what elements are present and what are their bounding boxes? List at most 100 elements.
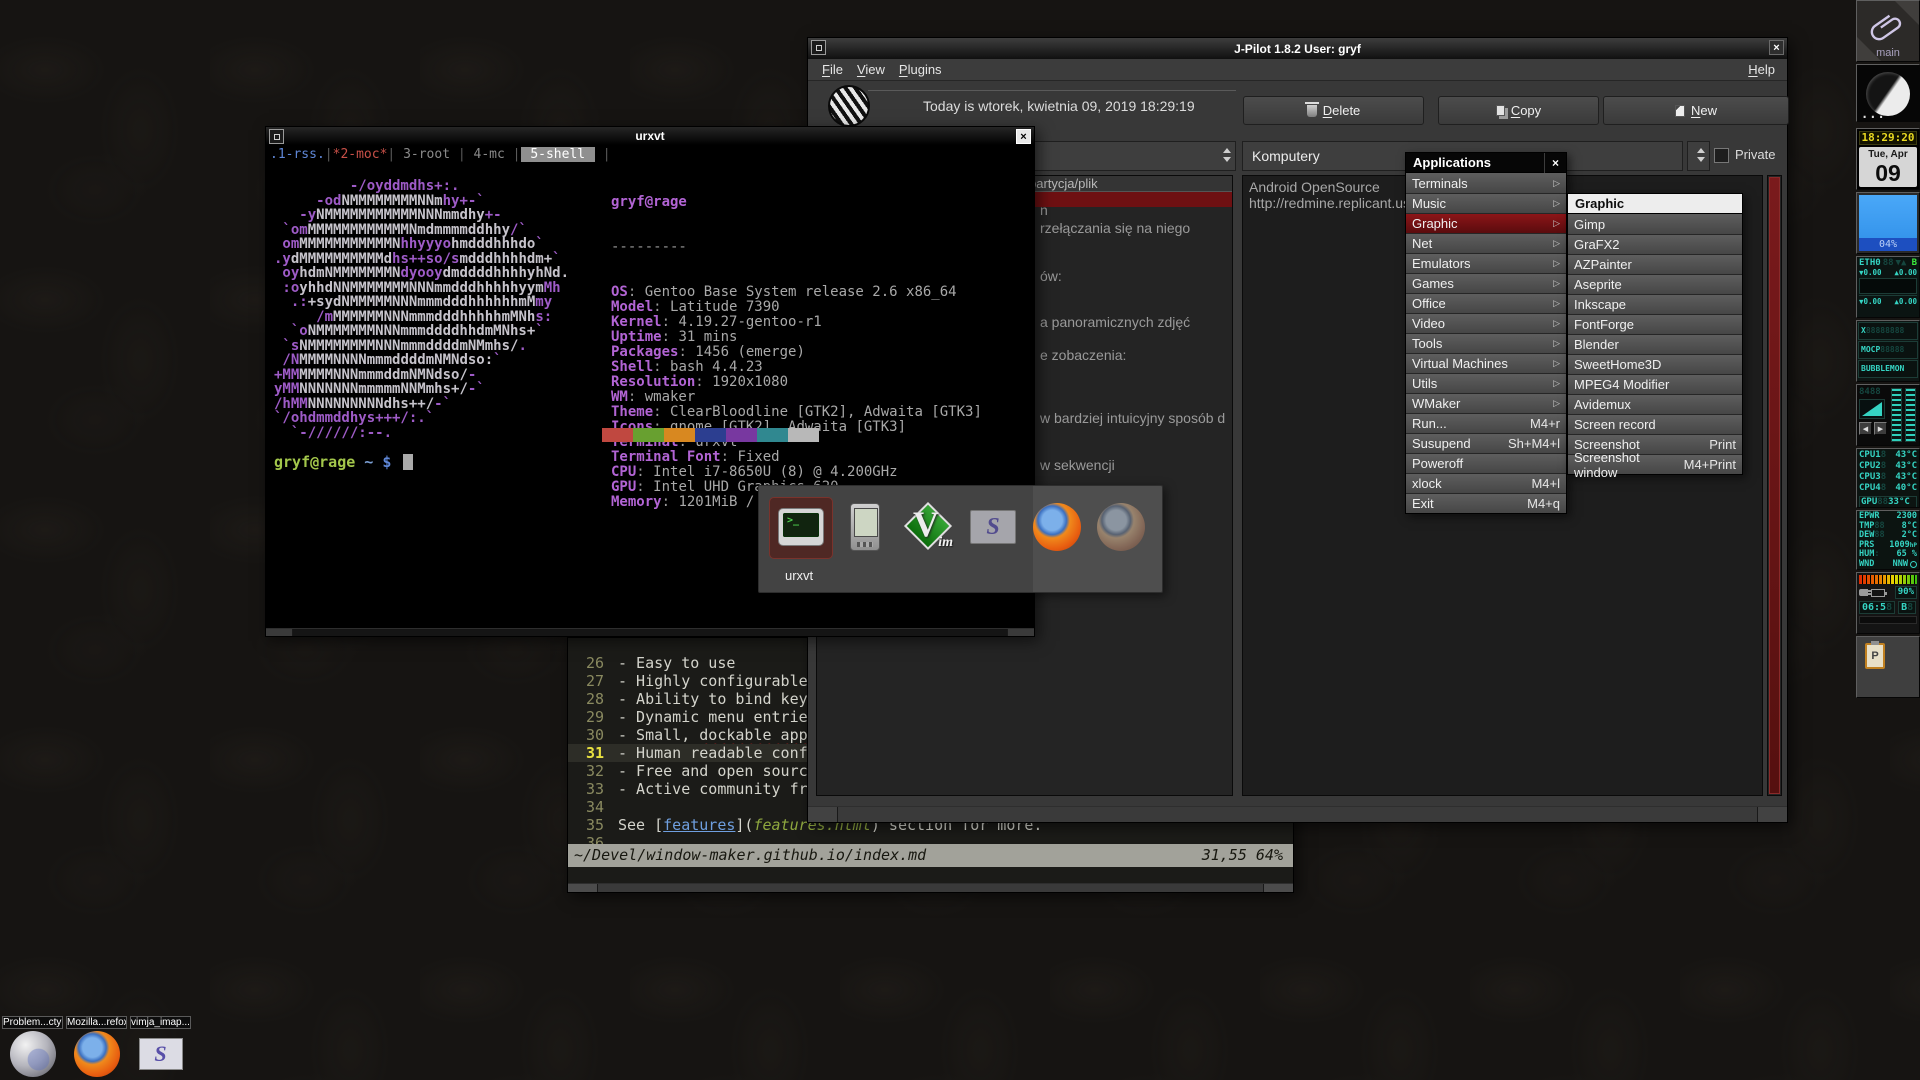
menu-item-sweethome3d[interactable]: SweetHome3D — [1568, 354, 1742, 374]
menu-item-games[interactable]: Games▷ — [1406, 273, 1566, 293]
jpilot-resizebar[interactable] — [808, 806, 1787, 822]
menu-item-fontforge[interactable]: FontForge — [1568, 314, 1742, 334]
switcher-icon-jpilot-pda[interactable] — [837, 499, 893, 555]
terminal-tab[interactable]: | — [387, 147, 395, 162]
dock-battery-monitor[interactable]: 90% 06:58 B8 — [1856, 572, 1920, 634]
neofetch-line: Theme: ClearBloodline [GTK2], Adwaita [G… — [611, 405, 982, 420]
switcher-icon-firefox[interactable] — [1029, 499, 1085, 555]
terminal-close-button[interactable]: × — [1016, 129, 1031, 144]
mixer-prev-button[interactable]: ◀ — [1859, 422, 1872, 435]
menu-item-utils[interactable]: Utils▷ — [1406, 373, 1566, 393]
applications-menu-titlebar[interactable]: Applications × — [1406, 153, 1566, 173]
terminal-tabbar[interactable]: .1-rss.|*2-moc*| 3-root | 4-mc | 5-shell… — [266, 145, 1034, 163]
menu-item-music[interactable]: Music▷ — [1406, 193, 1566, 213]
vim-line-number: 32 — [578, 762, 604, 780]
terminal-tab[interactable]: | — [325, 147, 333, 162]
switcher-icon-mail[interactable]: S — [965, 499, 1021, 555]
terminal-tab[interactable]: | — [458, 147, 466, 162]
menu-item-mpeg4-modifier[interactable]: MPEG4 Modifier — [1568, 374, 1742, 394]
list-row-fragment[interactable]: w bardziej intuicyjny sposób d — [1040, 410, 1225, 426]
list-row-fragment[interactable]: a panoramicznych zdjęć — [1040, 314, 1190, 330]
menu-item-gimp[interactable]: Gimp — [1568, 214, 1742, 234]
list-row-fragment[interactable]: e zobaczenia: — [1040, 347, 1126, 363]
menu-item-video[interactable]: Video▷ — [1406, 313, 1566, 333]
terminal-tab[interactable]: 4-mc — [466, 147, 513, 162]
terminal-tab[interactable]: .1-rss. — [270, 147, 325, 162]
menu-item-xlock[interactable]: xlockM4+l — [1406, 473, 1566, 493]
vim-resizebar[interactable] — [568, 883, 1293, 892]
menu-plugins[interactable]: Plugins — [899, 62, 942, 77]
terminal-tab[interactable]: | — [513, 147, 521, 162]
menu-item-susupend[interactable]: SusupendSh+M4+l — [1406, 433, 1566, 453]
menu-file[interactable]: File — [822, 62, 843, 77]
dock-clock[interactable]: 18:29:20 Tue, Apr 09 — [1856, 128, 1920, 190]
miniwindow-problem-ctyl[interactable]: Problem...ctyl — [2, 1016, 63, 1078]
dock-moon-button[interactable]: ... — [1856, 64, 1920, 122]
terminal-tab[interactable]: 5-shell — [521, 147, 595, 162]
menu-item-net[interactable]: Net▷ — [1406, 233, 1566, 253]
miniwindow-vimja-imap[interactable]: vimja_imap...S — [130, 1016, 191, 1078]
menu-item-screenshot-window[interactable]: Screenshot windowM4+Print — [1568, 454, 1742, 474]
dock-lcd-monitor[interactable]: X88888888MOCP88888BUBBLEMON — [1856, 320, 1920, 382]
menu-item-run[interactable]: Run...M4+r — [1406, 413, 1566, 433]
menu-item-virtual-machines[interactable]: Virtual Machines▷ — [1406, 353, 1566, 373]
menu-help[interactable]: Help — [1748, 62, 1775, 77]
menu-item-tools[interactable]: Tools▷ — [1406, 333, 1566, 353]
list-row-fragment[interactable]: rzełączania się na niego — [1040, 220, 1190, 236]
menu-item-avidemux[interactable]: Avidemux — [1568, 394, 1742, 414]
jpilot-titlebar[interactable]: J-Pilot 1.8.2 User: gryf × — [808, 38, 1787, 59]
neofetch-header: gryf@rage — [611, 195, 982, 210]
menu-item-inkscape[interactable]: Inkscape — [1568, 294, 1742, 314]
terminal-tab[interactable]: *2-moc* — [333, 147, 388, 162]
menu-item-azpainter[interactable]: AZPainter — [1568, 254, 1742, 274]
menu-item-poweroff[interactable]: Poweroff — [1406, 453, 1566, 473]
scrollbar-thumb[interactable] — [1769, 177, 1780, 794]
jpilot-close-button[interactable]: × — [1769, 40, 1784, 55]
list-row-fragment[interactable]: w sekwencji — [1040, 457, 1115, 473]
menu-item-exit[interactable]: ExitM4+q — [1406, 493, 1566, 513]
list-row-fragment[interactable]: ów: — [1040, 268, 1062, 284]
dock-weather-monitor[interactable]: EPWR2300TMP888°CDEW882°CPRS1009hPHUM:65 … — [1856, 510, 1920, 570]
menu-item-shortcut: Sh+M4+l — [1508, 436, 1560, 451]
memo-scrollbar[interactable] — [1767, 175, 1782, 796]
dock-net-monitor[interactable]: ETH0 88 ▼▲ B ▼0.00 ▲0.00 ▼0.00 ▲0.00 — [1856, 256, 1920, 318]
menu-item-screen-record[interactable]: Screen record — [1568, 414, 1742, 434]
dock-clip[interactable]: main — [1856, 0, 1920, 62]
menu-view[interactable]: View — [857, 62, 885, 77]
copy-button[interactable]: Copy — [1438, 96, 1599, 125]
dock-temperature-monitor[interactable]: CPU1843°CCPU2843°CCPU3843°CCPU4840°CGPU8… — [1856, 448, 1920, 508]
dock-mixer[interactable]: 8488 ◀ ▶ — [1856, 384, 1920, 446]
private-checkbox[interactable] — [1714, 148, 1729, 163]
menu-item-aseprite[interactable]: Aseprite — [1568, 274, 1742, 294]
menu-item-graphic[interactable]: Graphic▷ — [1406, 213, 1566, 233]
menu-item-terminals[interactable]: Terminals▷ — [1406, 173, 1566, 193]
terminal-titlebar[interactable]: urxvt × — [266, 127, 1034, 145]
dock-clipboard-app[interactable]: P — [1856, 636, 1920, 698]
menu-close-button[interactable]: × — [1544, 153, 1566, 173]
menu-item-label: Utils — [1412, 376, 1437, 391]
delete-button[interactable]: Delete — [1243, 96, 1424, 125]
shell-prompt[interactable]: gryf@rage ~ $ — [274, 453, 413, 471]
menu-item-wmaker[interactable]: WMaker▷ — [1406, 393, 1566, 413]
menu-item-office[interactable]: Office▷ — [1406, 293, 1566, 313]
menu-item-emulators[interactable]: Emulators▷ — [1406, 253, 1566, 273]
switcher-icon-firefox-dim[interactable] — [1093, 499, 1149, 555]
mixer-next-button[interactable]: ▶ — [1874, 422, 1887, 435]
list-row-fragment[interactable]: n — [1040, 202, 1048, 218]
graphic-submenu-titlebar[interactable]: Graphic — [1568, 194, 1742, 214]
switcher-icon-vim[interactable]: Vim — [901, 499, 957, 555]
miniwindow-mozilla-refox[interactable]: Mozilla...refox — [66, 1016, 127, 1078]
new-button[interactable]: New — [1603, 96, 1789, 125]
switcher-icon-urxvt[interactable]: >_ — [773, 499, 829, 555]
menu-item-grafx2[interactable]: GraFX2 — [1568, 234, 1742, 254]
paperclip-icon — [1866, 6, 1910, 50]
category-combo-arrows[interactable] — [1687, 141, 1710, 171]
menu-item-blender[interactable]: Blender — [1568, 334, 1742, 354]
terminal-tab[interactable]: | — [595, 147, 611, 162]
dock-load-monitor[interactable]: 04% — [1856, 192, 1920, 254]
terminal-miniaturize-button[interactable] — [269, 129, 284, 144]
jpilot-miniaturize-button[interactable] — [811, 40, 826, 55]
list-header-label: partycja/plik — [1029, 176, 1098, 191]
terminal-tab[interactable]: 3-root — [395, 147, 458, 162]
terminal-resizebar[interactable] — [266, 628, 1034, 636]
